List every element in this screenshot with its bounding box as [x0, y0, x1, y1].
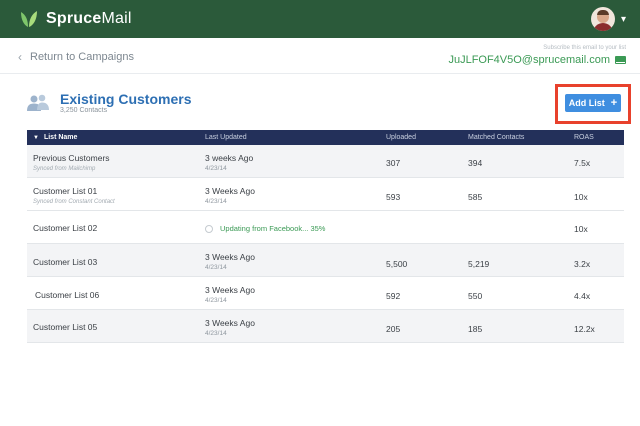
chevron-down-icon[interactable]: ▾	[621, 14, 626, 25]
table-row[interactable]: Customer List 03 3 Weeks Ago 4/23/14 5,50…	[27, 244, 624, 277]
matched-cell: 5,219	[468, 259, 490, 269]
update-status: Updating from Facebook... 35%	[205, 224, 325, 233]
last-updated-cell: 3 Weeks Ago 4/23/14	[205, 252, 255, 271]
subscribe-email-address[interactable]: JuJLFOF4V5O@sprucemail.com	[448, 54, 610, 66]
column-header-last-updated[interactable]: Last Updated	[205, 134, 247, 141]
column-header-roas[interactable]: ROAS	[574, 134, 594, 141]
uploaded-cell: 307	[386, 158, 401, 168]
column-header-uploaded[interactable]: Uploaded	[386, 134, 416, 141]
table-header: ▼ List Name Last Updated Uploaded Matched…	[27, 130, 624, 145]
matched-cell: 585	[468, 192, 483, 202]
return-to-campaigns-link[interactable]: ‹ Return to Campaigns	[18, 50, 134, 64]
table-row[interactable]: Customer List 05 3 Weeks Ago 4/23/14 205 …	[27, 310, 624, 343]
last-updated-cell: 3 Weeks Ago 4/23/14	[205, 186, 255, 205]
brand-logo[interactable]: SpruceMail	[18, 8, 132, 30]
roas-cell: 3.2x	[574, 259, 591, 269]
plus-icon: +	[610, 97, 618, 109]
chevron-left-icon: ‹	[18, 50, 22, 64]
last-updated-cell: 3 Weeks Ago 4/23/14	[205, 285, 255, 304]
subscribe-note: Subscribe this email to your list	[543, 45, 626, 51]
user-menu[interactable]: ▾	[590, 7, 626, 31]
table-row[interactable]: Customer List 01 Synced from Constant Con…	[27, 178, 624, 211]
sort-triangle-icon: ▼	[33, 135, 39, 141]
spinner-icon	[205, 224, 213, 233]
list-name-cell: Customer List 01 Synced from Constant Con…	[33, 186, 115, 205]
add-list-button[interactable]: Add List +	[565, 94, 621, 112]
uploaded-cell: 205	[386, 324, 401, 334]
roas-cell: 7.5x	[574, 158, 591, 168]
top-bar: SpruceMail ▾	[0, 0, 640, 38]
lists-table: ▼ List Name Last Updated Uploaded Matched…	[27, 130, 624, 343]
uploaded-cell: 5,500	[386, 259, 408, 269]
divider	[0, 73, 640, 74]
brand-name: SpruceMail	[46, 10, 132, 27]
add-list-label: Add List	[568, 98, 605, 108]
contact-count: 3,250 Contacts	[60, 107, 108, 114]
table-row[interactable]: Customer List 06 3 Weeks Ago 4/23/14 592 …	[27, 277, 624, 310]
uploaded-cell: 592	[386, 291, 401, 301]
uploaded-cell: 593	[386, 192, 401, 202]
list-name-cell: Customer List 05	[33, 322, 98, 332]
matched-cell: 550	[468, 291, 483, 301]
matched-cell: 185	[468, 324, 483, 334]
roas-cell: 4.4x	[574, 291, 591, 301]
avatar[interactable]	[590, 7, 615, 31]
back-label: Return to Campaigns	[30, 51, 134, 63]
mail-icon[interactable]	[615, 56, 626, 64]
list-name-cell: Customer List 06	[35, 290, 100, 300]
roas-cell: 10x	[574, 192, 588, 202]
roas-cell: 10x	[574, 224, 588, 234]
list-name-cell: Customer List 02	[33, 223, 98, 233]
table-row[interactable]: Customer List 02 Updating from Facebook.…	[27, 211, 624, 244]
last-updated-cell: 3 Weeks Ago 4/23/14	[205, 318, 255, 337]
matched-cell: 394	[468, 158, 483, 168]
column-header-list-name[interactable]: ▼ List Name	[33, 134, 77, 141]
people-icon	[27, 94, 49, 111]
page-title: Existing Customers	[60, 91, 192, 107]
column-header-matched-contacts[interactable]: Matched Contacts	[468, 134, 524, 141]
roas-cell: 12.2x	[574, 324, 595, 334]
leaf-logo-icon	[21, 11, 37, 27]
list-name-cell: Customer List 03	[33, 257, 98, 267]
last-updated-cell: 3 weeks Ago 4/23/14	[205, 153, 254, 172]
table-row[interactable]: Previous Customers Synced from Mailchimp …	[27, 145, 624, 178]
list-name-cell: Previous Customers Synced from Mailchimp	[33, 153, 110, 172]
subscribe-email[interactable]: JuJLFOF4V5O@sprucemail.com	[448, 54, 626, 66]
